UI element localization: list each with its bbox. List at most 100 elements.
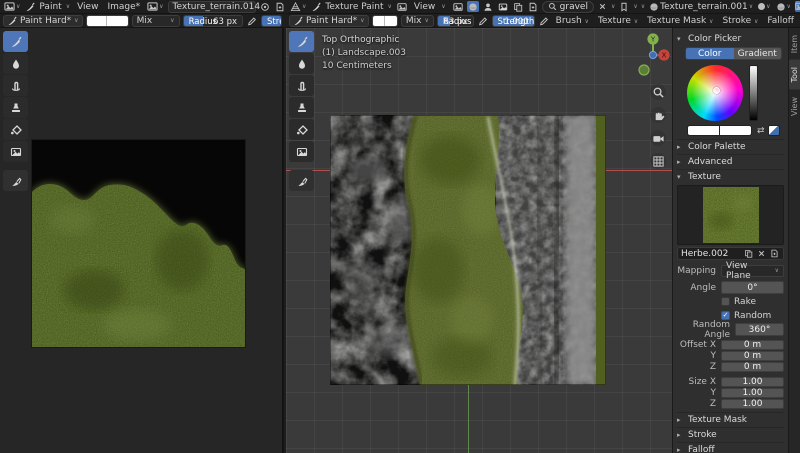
background-color-swatch[interactable]: [719, 125, 752, 136]
shading-dropdown[interactable]: ∨: [775, 2, 792, 12]
viewport-canvas[interactable]: Top Orthographic (1) Landscape.003 10 Ce…: [286, 28, 672, 453]
angle-field[interactable]: 0°: [721, 281, 784, 294]
tool-annotate[interactable]: [289, 170, 314, 191]
stencil-mask-icon[interactable]: [497, 2, 509, 12]
random-angle-field[interactable]: 360°: [735, 323, 784, 336]
panel-falloff[interactable]: ▸ Falloff: [677, 442, 784, 453]
editor-type-button[interactable]: ∨: [3, 1, 21, 12]
popover-brush[interactable]: Brush ∨: [553, 16, 592, 26]
editor-type-button[interactable]: ∨: [289, 1, 307, 12]
brush-selector[interactable]: Paint Hard* ∨: [3, 14, 83, 27]
painted-texture-image[interactable]: [31, 139, 246, 348]
color-wheel[interactable]: [687, 65, 743, 121]
new-texture-icon[interactable]: [769, 249, 780, 258]
vertex-mask-icon[interactable]: [482, 2, 494, 12]
tool-annotate[interactable]: [3, 170, 28, 191]
brush-color-swatches[interactable]: [85, 14, 129, 27]
brush-selector[interactable]: Paint Hard* ∨: [289, 14, 369, 27]
value-slider-handle[interactable]: [750, 66, 757, 70]
panel-color-palette[interactable]: ▸ Color Palette: [677, 139, 784, 154]
tab-view[interactable]: View: [789, 90, 800, 123]
tool-draw[interactable]: [3, 31, 28, 52]
popover-stroke[interactable]: Stroke ∨: [719, 16, 761, 26]
swap-colors-icon[interactable]: ⇄: [757, 126, 765, 136]
popover-texture[interactable]: Texture ∨: [595, 16, 641, 26]
mapping-dropdown[interactable]: View Plane ∨: [721, 261, 784, 281]
tool-mask[interactable]: [289, 141, 314, 162]
browse-image-icon[interactable]: [259, 2, 271, 12]
tool-fill[interactable]: [289, 119, 314, 140]
image-name-field[interactable]: Texture_terrain.014: [167, 0, 260, 13]
mode-selector[interactable]: Texture Paint ∨: [310, 2, 392, 12]
image-editor-canvas[interactable]: [0, 28, 284, 453]
search-input[interactable]: gravel: [541, 0, 594, 13]
light-dropdown[interactable]: ∨: [757, 3, 771, 10]
tool-smear[interactable]: [3, 75, 28, 96]
texture-preview[interactable]: [677, 185, 784, 245]
radius-pressure-icon[interactable]: [477, 16, 489, 26]
unlink-texture-icon[interactable]: [756, 249, 767, 258]
brush-color-swatches[interactable]: [371, 14, 398, 27]
tool-draw[interactable]: [289, 31, 314, 52]
size-x-field[interactable]: 1.00: [721, 377, 784, 387]
secondary-color[interactable]: [385, 15, 397, 26]
popover-texture-mask[interactable]: Texture Mask ∨: [644, 16, 716, 26]
size-y-field[interactable]: 1.00: [721, 388, 784, 398]
paint-mask-image-icon[interactable]: [452, 2, 464, 12]
rake-checkbox[interactable]: [721, 297, 730, 306]
value-slider[interactable]: [749, 65, 758, 121]
foreground-color-swatch[interactable]: [687, 125, 720, 136]
radius-pressure-icon[interactable]: [246, 16, 258, 26]
screen-icon[interactable]: [527, 2, 539, 12]
panel-stroke[interactable]: ▸ Stroke: [677, 427, 784, 442]
radius-slider[interactable]: Radius 63 px: [436, 14, 474, 27]
pan-hand-icon[interactable]: [650, 107, 666, 123]
tool-soften[interactable]: [3, 53, 28, 74]
new-image-icon[interactable]: [274, 2, 285, 12]
color-wheel-cursor[interactable]: [713, 87, 720, 94]
tool-smear[interactable]: [289, 75, 314, 96]
radius-slider[interactable]: Radius 63 px: [182, 14, 244, 27]
tab-tool[interactable]: Tool: [789, 60, 800, 90]
offset-y-field[interactable]: 0 m: [721, 351, 784, 361]
popover-falloff[interactable]: Falloff: [764, 16, 797, 26]
strength-pressure-icon[interactable]: [538, 16, 550, 26]
tab-item[interactable]: Item: [789, 28, 800, 60]
offset-z-field[interactable]: 0 m: [721, 362, 784, 372]
offset-x-field[interactable]: 0 m: [721, 340, 784, 350]
secondary-color[interactable]: [107, 15, 128, 26]
texture-slot-icon[interactable]: [396, 2, 408, 12]
texture-name-field[interactable]: Herbe.002: [677, 247, 784, 260]
blend-mode-dropdown[interactable]: Mix ∨: [131, 14, 180, 27]
material-selector[interactable]: Texture_terrain.001 ∨: [648, 2, 754, 12]
panel-texture-mask[interactable]: ▸ Texture Mask: [677, 412, 784, 427]
tool-mask[interactable]: [3, 141, 28, 162]
bookmark-icon[interactable]: [618, 2, 630, 12]
tab-gradient[interactable]: Gradient: [733, 48, 781, 59]
navigation-gizmo[interactable]: Y X: [636, 30, 670, 83]
duplicate-texture-icon[interactable]: [743, 249, 754, 258]
primary-color[interactable]: [86, 15, 108, 26]
paint-mode-selector[interactable]: Paint ∨: [24, 2, 71, 12]
primary-color[interactable]: [372, 15, 386, 26]
clear-search-icon[interactable]: [597, 2, 608, 11]
unified-color-toggle[interactable]: [767, 125, 780, 136]
ortho-grid-icon[interactable]: [650, 153, 666, 169]
image-menu[interactable]: Image*: [104, 2, 143, 12]
shading-sphere-icon[interactable]: [466, 1, 479, 12]
panel-color-picker[interactable]: ▾ Color Picker: [677, 31, 784, 46]
size-z-field[interactable]: 1.00: [721, 399, 784, 409]
tool-clone[interactable]: [289, 97, 314, 118]
zoom-icon[interactable]: [650, 84, 666, 100]
panel-advanced[interactable]: ▸ Advanced: [677, 154, 784, 169]
tab-color[interactable]: Color: [686, 48, 734, 59]
tool-soften[interactable]: [289, 53, 314, 74]
tool-clone[interactable]: [3, 97, 28, 118]
view-menu[interactable]: View: [411, 2, 438, 12]
tool-fill[interactable]: [3, 119, 28, 140]
copy-icon[interactable]: [512, 2, 524, 12]
render-preview-icon-blue[interactable]: [794, 1, 800, 12]
strength-slider[interactable]: Streng: [261, 14, 282, 27]
panel-texture[interactable]: ▾ Texture: [677, 169, 784, 184]
camera-view-icon[interactable]: [650, 130, 666, 146]
